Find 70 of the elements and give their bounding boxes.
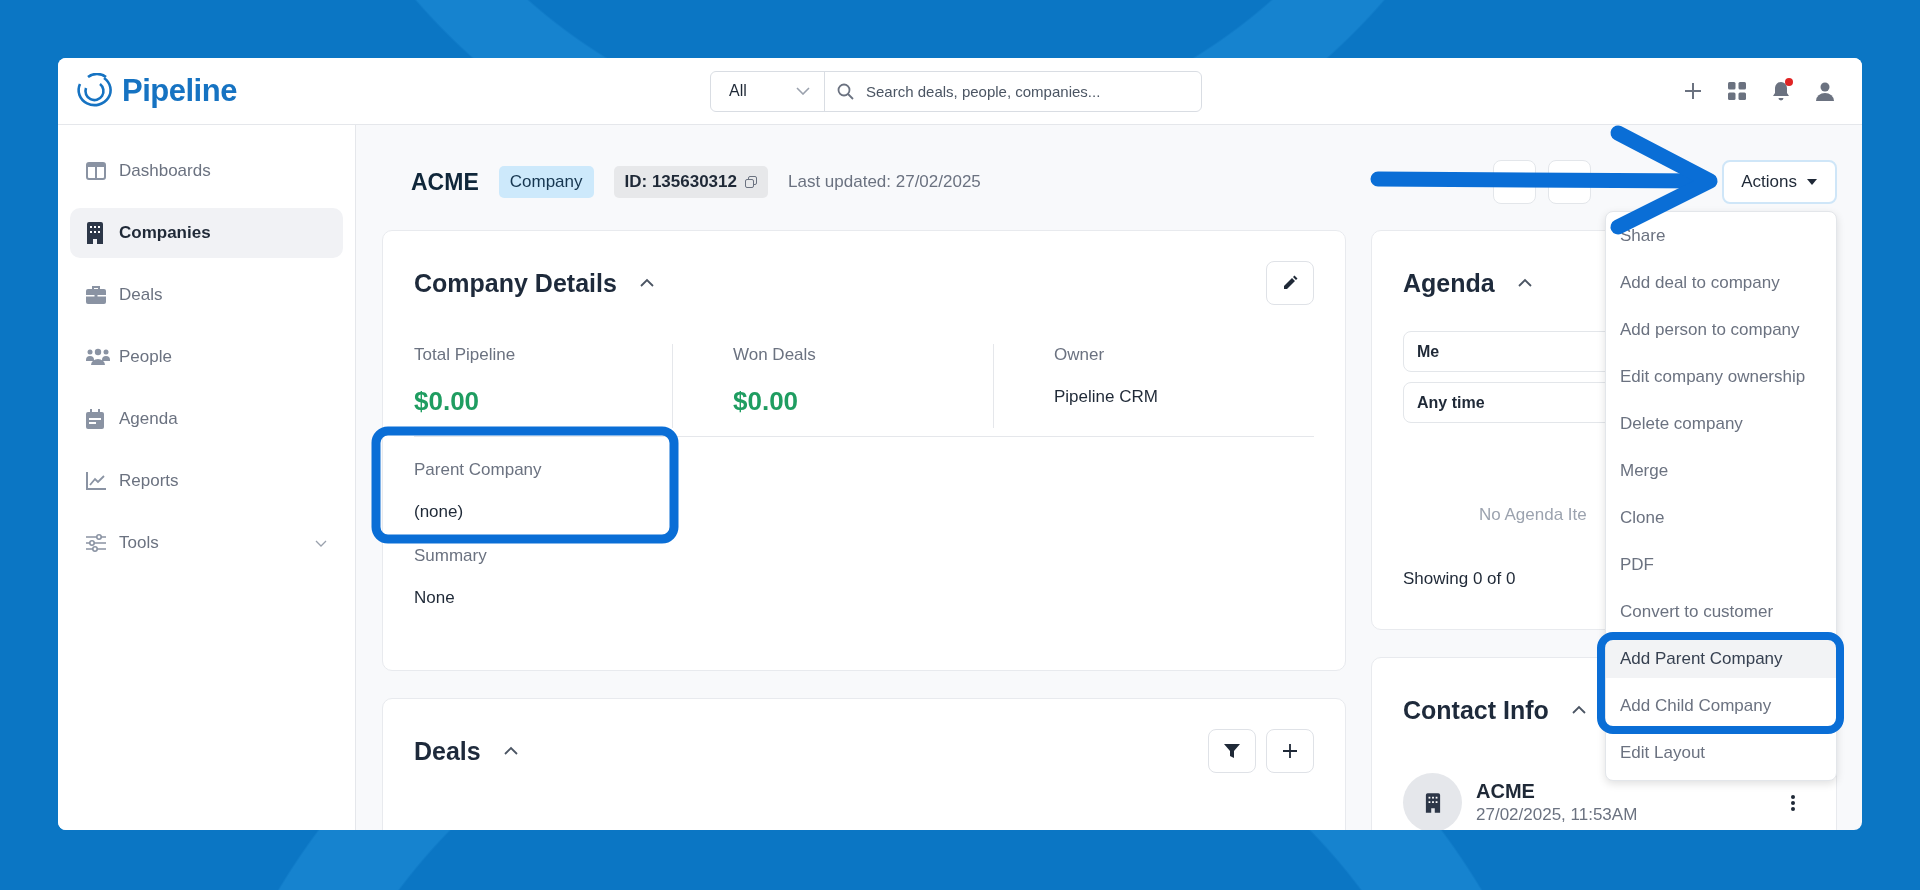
stat-value: $0.00 [414,386,481,416]
chevron-up-icon[interactable] [1516,278,1533,288]
apps-grid-icon[interactable] [1728,82,1746,100]
building-icon [86,222,104,244]
plus-icon[interactable] [1684,82,1702,100]
logo-swirl-icon [74,73,114,109]
caret-icon [1807,179,1817,185]
card-title: Agenda [1403,268,1495,298]
stat-value: Pipeline CRM [1054,386,1159,408]
sidebar-item[interactable]: Dashboards [70,146,343,196]
search-field[interactable]: All Search deals, people, companies... [710,70,1202,112]
filter-icon [1224,743,1240,759]
pagination-text: Showing 0 of 0 [1403,569,1516,589]
calendar-icon [86,409,104,429]
edit-button[interactable] [1266,261,1314,305]
empty-state-text: No Agenda Ite [1479,505,1587,525]
contact-name[interactable]: ACME [1476,780,1638,803]
record-id-text: ID: 135630312 [624,172,737,192]
user-icon[interactable] [1816,81,1834,101]
card-title: Contact Info [1403,695,1549,725]
actions-button[interactable]: Actions [1722,160,1837,204]
contact-timestamp: 27/02/2025, 11:53AM [1476,805,1638,825]
search-icon [837,82,854,100]
line-chart-icon [86,472,106,490]
menu-item[interactable]: Add deal to company [1606,263,1836,302]
people-icon [86,348,110,366]
field-label: Summary [414,545,488,567]
menu-item[interactable]: Merge [1606,451,1836,490]
search-scope-select[interactable]: All [711,71,825,111]
menu-item[interactable]: Clone [1606,498,1836,537]
stat-label: Won Deals [733,344,817,366]
menu-item[interactable]: Edit Layout [1606,733,1836,772]
card-title: Deals [414,736,481,766]
stat-value: $0.00 [733,386,800,416]
chevron-up-icon[interactable] [1570,705,1587,715]
stat-label: Owner [1054,344,1106,366]
sidebar-item[interactable]: Companies [70,208,343,258]
menu-item[interactable]: Add Parent Company [1606,639,1836,678]
chevron-up-icon[interactable] [502,746,519,756]
more-options-icon[interactable] [1791,794,1795,811]
filter-button[interactable] [1208,729,1256,773]
menu-item[interactable]: Convert to customer [1606,592,1836,631]
menu-item[interactable]: PDF [1606,545,1836,584]
record-type-tag: Company [498,166,594,198]
field-value: (none) [414,501,465,523]
last-updated-text: Last updated: 27/02/2025 [788,172,981,192]
chevron-down-icon [796,87,810,95]
building-icon [1424,792,1441,813]
pencil-icon [1282,275,1298,291]
field-label: Parent Company [414,459,543,481]
add-button[interactable] [1266,729,1314,773]
sidebar-item[interactable]: Tools [70,518,343,568]
card-title: Company Details [414,268,617,298]
plus-icon [1282,743,1298,759]
app-logo-text[interactable]: Pipeline [122,73,237,109]
columns-icon [86,162,106,180]
sidebar-item[interactable]: Deals [70,270,343,320]
stat-label: Total Pipeline [414,344,517,366]
chevron-down-icon[interactable] [315,539,327,547]
record-title: ACME [411,168,479,196]
sliders-icon [86,534,106,552]
sidebar-item[interactable]: People [70,332,343,382]
field-value: None [414,587,456,609]
sidebar-item[interactable]: Reports [70,456,343,506]
chevron-up-icon[interactable] [638,278,655,288]
menu-item[interactable]: Add Child Company [1606,686,1836,725]
briefcase-icon [86,286,106,304]
sidebar-item[interactable]: Agenda [70,394,343,444]
bell-icon[interactable] [1772,81,1790,101]
copy-icon[interactable] [745,176,757,188]
